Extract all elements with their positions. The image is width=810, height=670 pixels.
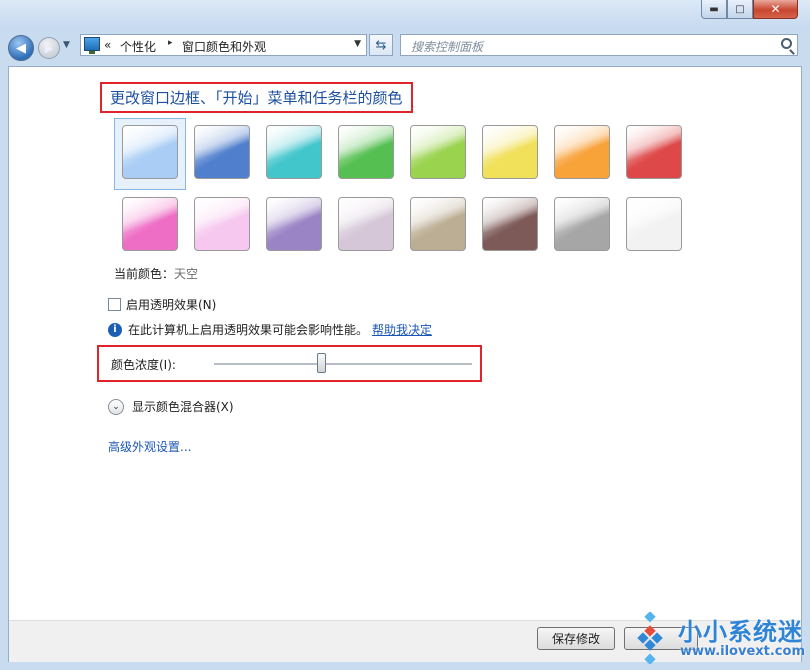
swatch-gloss	[627, 198, 681, 250]
color-swatch-frost[interactable]	[554, 197, 610, 251]
color-intensity-group: 颜色浓度(I):	[97, 345, 482, 382]
color-swatch-leaf[interactable]	[338, 125, 394, 179]
color-swatch-chocolate[interactable]	[410, 197, 466, 251]
color-swatch-slate[interactable]	[482, 197, 538, 251]
breadcrumb-personalization[interactable]: 个性化	[120, 38, 156, 55]
color-swatch-blush[interactable]	[626, 125, 682, 179]
forward-button[interactable]: ▶	[38, 37, 60, 59]
color-swatch-sea[interactable]	[266, 125, 322, 179]
help-me-decide-link[interactable]: 帮助我决定	[372, 321, 432, 338]
maximize-button[interactable]: □	[727, 0, 753, 19]
current-color-line: 当前颜色：天空	[114, 265, 198, 282]
title-bar: ▬ □ ✕	[0, 0, 810, 30]
swatch-gloss	[195, 126, 249, 178]
close-button[interactable]: ✕	[753, 0, 798, 19]
swatch-gloss	[483, 198, 537, 250]
color-swatch-lavender[interactable]	[266, 197, 322, 251]
recent-pages-dropdown-icon[interactable]: ▼	[63, 40, 70, 50]
chevron-down-icon[interactable]: ⌄	[108, 398, 124, 415]
swatch-gloss	[555, 198, 609, 250]
address-bar[interactable]: « 个性化 ▸ 窗口颜色和外观 ▼	[80, 34, 367, 56]
color-swatch-pumpkin[interactable]	[554, 125, 610, 179]
search-icon[interactable]	[781, 38, 792, 49]
swatch-gloss	[627, 126, 681, 178]
color-swatch-twilight[interactable]	[194, 125, 250, 179]
transparency-checkbox[interactable]	[108, 298, 121, 311]
watermark-logo	[637, 612, 663, 664]
watermark: 小小系统迷 www.ilovext.com	[620, 606, 806, 668]
swatch-gloss	[411, 126, 465, 178]
page-title: 更改窗口边框、「开始」菜单和任务栏的颜色	[100, 82, 413, 113]
navigation-bar: ◀ ▶ ▼ « 个性化 ▸ 窗口颜色和外观 ▼ ⇆ 搜索控制面板	[0, 30, 810, 64]
swatch-gloss	[555, 126, 609, 178]
color-mixer-label[interactable]: 显示颜色混合器(X)	[132, 398, 234, 415]
watermark-title: 小小系统迷	[678, 618, 803, 646]
search-box[interactable]: 搜索控制面板	[400, 34, 798, 56]
performance-note: i 在此计算机上启用透明效果可能会影响性能。 帮助我决定	[108, 321, 432, 338]
minimize-button[interactable]: ▬	[701, 0, 727, 19]
refresh-button[interactable]: ⇆	[369, 34, 393, 56]
swatch-gloss	[123, 198, 177, 250]
back-button[interactable]: ◀	[8, 35, 34, 61]
watermark-url: www.ilovext.com	[680, 644, 805, 659]
swatch-gloss	[267, 126, 321, 178]
swatch-gloss	[195, 198, 249, 250]
swatch-gloss	[411, 198, 465, 250]
breadcrumb-overflow[interactable]: «	[104, 38, 111, 52]
control-panel-icon	[84, 37, 100, 54]
breadcrumb-separator-icon[interactable]: ▸	[168, 38, 173, 48]
color-swatch-sky[interactable]	[122, 125, 178, 179]
color-swatch-white[interactable]	[626, 197, 682, 251]
breadcrumb-window-color[interactable]: 窗口颜色和外观	[182, 38, 266, 55]
search-placeholder: 搜索控制面板	[411, 40, 484, 54]
color-mixer-toggle[interactable]: ⌄ 显示颜色混合器(X)	[108, 398, 234, 415]
info-text: 在此计算机上启用透明效果可能会影响性能。	[128, 323, 369, 337]
swatch-gloss	[339, 126, 393, 178]
color-swatch-violet[interactable]	[194, 197, 250, 251]
advanced-appearance-link[interactable]: 高级外观设置...	[108, 438, 191, 455]
swatch-gloss	[483, 126, 537, 178]
color-intensity-label: 颜色浓度(I):	[111, 358, 176, 372]
transparency-option[interactable]: 启用透明效果(N)	[108, 296, 216, 313]
address-dropdown-icon[interactable]: ▼	[354, 39, 361, 49]
swatch-gloss	[267, 198, 321, 250]
swatch-gloss	[123, 126, 177, 178]
color-swatch-lime[interactable]	[410, 125, 466, 179]
current-color-value: 天空	[174, 267, 199, 281]
color-intensity-slider-thumb[interactable]	[317, 353, 326, 373]
current-color-label: 当前颜色：	[114, 267, 175, 281]
color-swatch-fuchsia[interactable]	[122, 197, 178, 251]
transparency-label[interactable]: 启用透明效果(N)	[126, 296, 216, 313]
save-changes-button[interactable]: 保存修改	[537, 627, 615, 650]
color-swatch-taupe[interactable]	[338, 197, 394, 251]
swatch-gloss	[339, 198, 393, 250]
info-icon: i	[108, 322, 122, 337]
color-intensity-slider-track[interactable]	[214, 363, 472, 366]
color-swatch-sun[interactable]	[482, 125, 538, 179]
